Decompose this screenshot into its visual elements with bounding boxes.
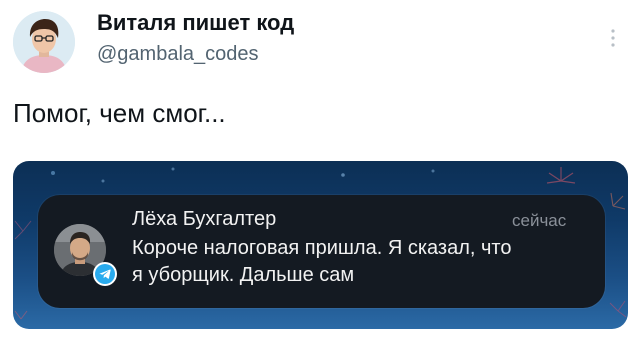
notification-message-line: я уборщик. Дальше сам bbox=[132, 264, 355, 286]
more-options-icon[interactable] bbox=[610, 28, 616, 48]
author-handle[interactable]: @gambala_codes bbox=[97, 43, 259, 66]
tweet-text: Помог, чем смог... bbox=[13, 98, 226, 128]
notification-sender: Лёха Бухгалтер bbox=[132, 208, 277, 230]
author-avatar-image bbox=[13, 11, 75, 73]
telegram-icon bbox=[93, 262, 117, 286]
notification-message-line: Короче налоговая пришла. Я сказал, что bbox=[132, 237, 512, 259]
tweet-page: Виталя пишет код @gambala_codes Помог, ч… bbox=[0, 0, 640, 343]
author-avatar[interactable] bbox=[13, 11, 75, 73]
author-display-name[interactable]: Виталя пишет код bbox=[97, 10, 294, 36]
notification-time: сейчас bbox=[512, 211, 567, 230]
